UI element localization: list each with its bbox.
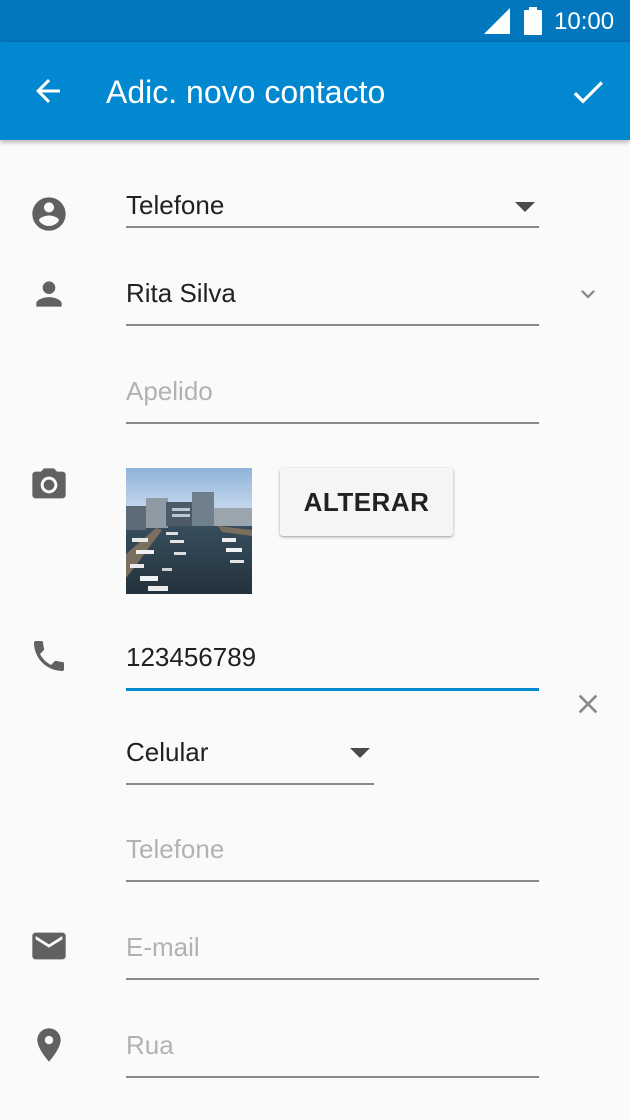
battery-icon: [524, 7, 542, 35]
surname-placeholder: Apelido: [126, 376, 213, 406]
status-bar: 10:00: [0, 0, 630, 42]
name-field[interactable]: Rita Silva: [126, 276, 539, 326]
surname-field[interactable]: Apelido: [126, 374, 539, 424]
page-title: Adic. novo contacto: [106, 74, 386, 110]
name-value: Rita Silva: [126, 278, 236, 308]
phone-field[interactable]: 123456789: [126, 640, 539, 691]
street-field[interactable]: Rua: [126, 1028, 539, 1078]
location-pin-icon: [37, 1028, 61, 1062]
signal-icon: [484, 8, 510, 34]
contact-photo[interactable]: [126, 468, 252, 594]
change-photo-button[interactable]: ALTERAR: [280, 468, 453, 536]
close-icon[interactable]: [572, 688, 604, 720]
phone2-field[interactable]: Telefone: [126, 832, 539, 882]
expand-chevron-icon[interactable]: [574, 280, 602, 308]
email-placeholder: E-mail: [126, 932, 200, 962]
save-check-icon[interactable]: [568, 72, 608, 112]
camera-icon: [32, 468, 66, 499]
status-time: 10:00: [554, 8, 615, 35]
phone2-placeholder: Telefone: [126, 834, 225, 864]
phone-type-dropdown-arrow-icon: [350, 748, 370, 758]
app-bar: Adic. novo contacto: [0, 42, 630, 140]
phone-value: 123456789: [126, 642, 257, 672]
email-field[interactable]: E-mail: [126, 930, 539, 980]
account-value: Telefone: [126, 190, 225, 220]
account-select[interactable]: Telefone: [126, 188, 539, 228]
phone-type-select[interactable]: Celular: [126, 735, 374, 785]
account-circle-icon: [32, 197, 66, 231]
account-dropdown-arrow-icon: [515, 202, 535, 212]
harbor-photo-image: [126, 468, 252, 594]
phone-type-value: Celular: [126, 737, 209, 767]
person-icon: [36, 281, 62, 307]
phone-icon: [34, 641, 64, 671]
street-placeholder: Rua: [126, 1030, 174, 1060]
email-icon: [32, 932, 66, 960]
back-arrow-icon[interactable]: [30, 73, 66, 109]
